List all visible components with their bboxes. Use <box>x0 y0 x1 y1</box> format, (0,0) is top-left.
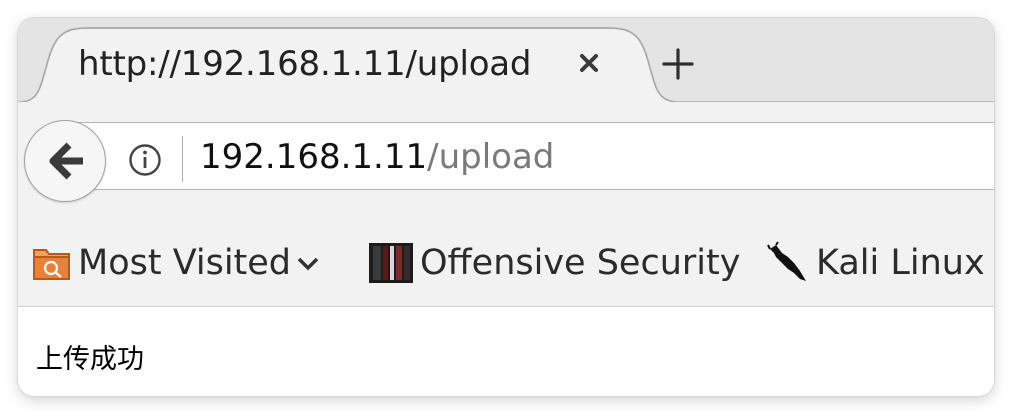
back-button[interactable] <box>24 120 106 202</box>
browser-window: http://192.168.1.11/upload 192.168.1.11/… <box>18 18 994 396</box>
page-content: 上传成功 <box>18 307 994 396</box>
url-host: 192.168.1.11 <box>200 137 428 177</box>
tab-title[interactable]: http://192.168.1.11/upload <box>78 44 532 84</box>
url-path: /upload <box>427 137 555 177</box>
bookmark-offensive-security[interactable]: Offensive Security <box>368 238 740 288</box>
bookmarks-toolbar: Most Visited Offensive Security Kali Lin… <box>18 222 994 307</box>
upload-success-message: 上传成功 <box>36 344 144 375</box>
chevron-down-icon[interactable] <box>295 250 321 276</box>
offsec-logo-icon <box>369 243 413 283</box>
plus-icon[interactable] <box>658 44 698 84</box>
bookmark-kali-linux[interactable]: Kali Linux <box>766 238 985 288</box>
bookmark-label: Offensive Security <box>420 243 741 283</box>
url-separator <box>182 136 183 182</box>
kali-dragon-icon <box>767 241 806 281</box>
bookmark-label: Kali Linux <box>816 243 985 283</box>
folder-icon <box>33 249 70 280</box>
tab-strip: http://192.168.1.11/upload <box>18 18 994 103</box>
info-icon[interactable] <box>128 143 162 177</box>
bookmark-most-visited[interactable]: Most Visited <box>32 238 321 288</box>
bookmark-label: Most Visited <box>78 243 292 283</box>
url-text[interactable]: 192.168.1.11/upload <box>200 137 554 177</box>
close-icon[interactable] <box>574 48 604 78</box>
navigation-toolbar: 192.168.1.11/upload <box>18 102 994 222</box>
arrow-left-icon <box>49 142 83 180</box>
